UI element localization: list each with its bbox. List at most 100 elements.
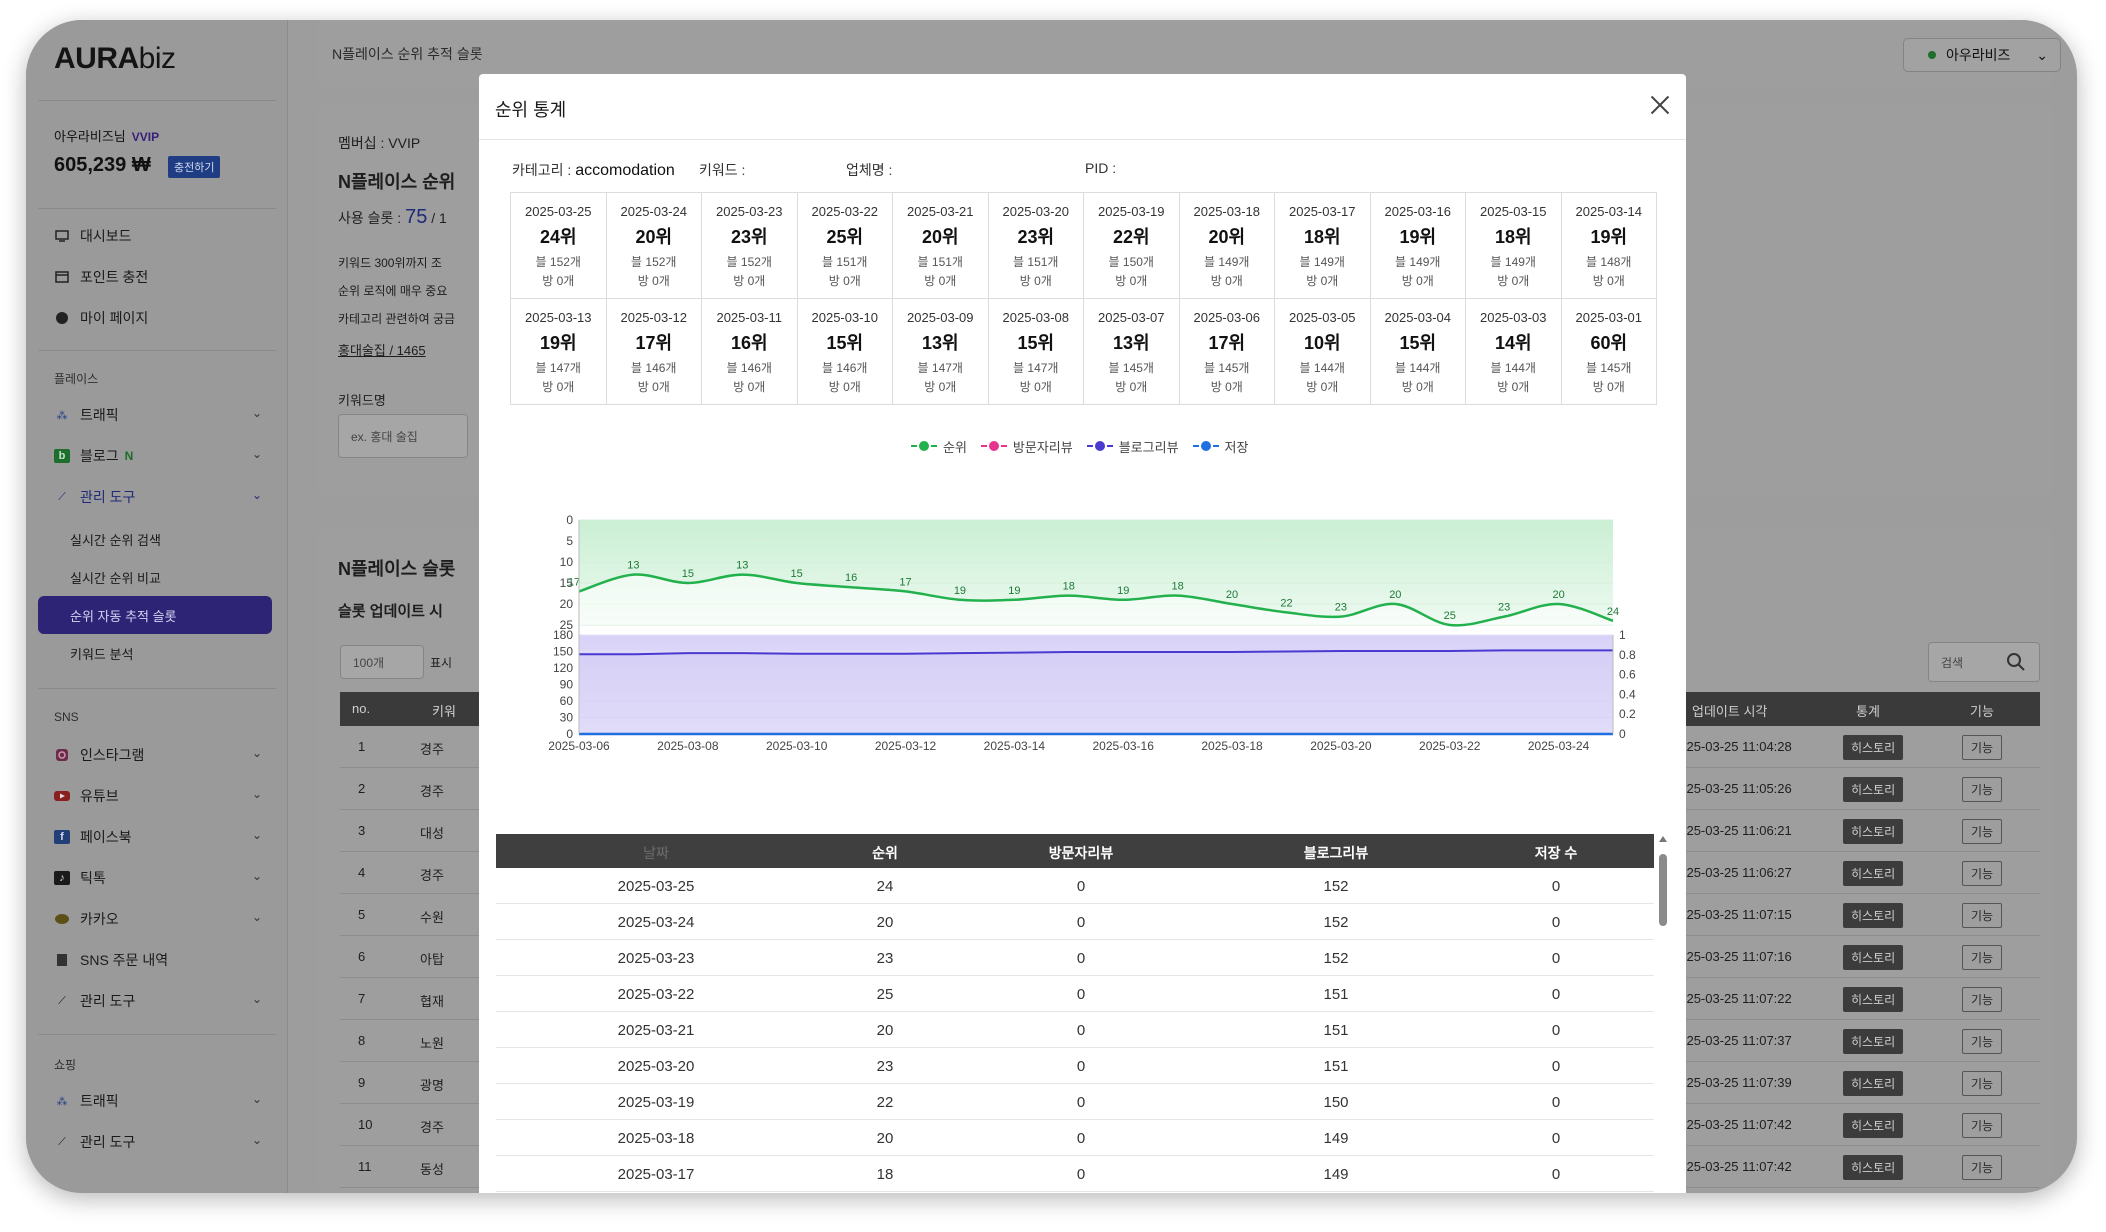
rank-card-blog: 블 147개 bbox=[535, 361, 581, 375]
sidebar-item-shop-tools[interactable]: ⟋ 관리 도구 ⌄ bbox=[54, 1131, 270, 1153]
legend-item-visit[interactable]: 방문자리뷰 bbox=[980, 436, 1073, 456]
sidebar-item-sns-tools[interactable]: ⟋ 관리 도구 ⌄ bbox=[54, 990, 270, 1012]
keyword-input[interactable]: ex. 홍대 술집 bbox=[338, 414, 468, 458]
rank-card-rank: 20위 bbox=[635, 227, 673, 247]
table-cell: 0 bbox=[1551, 914, 1561, 931]
chevron-down-icon: ⌄ bbox=[251, 406, 262, 420]
rank-card-date: 2025-03-18 bbox=[1193, 204, 1261, 219]
sidebar-sub-keyword-analysis[interactable]: 키워드 분석 bbox=[70, 644, 133, 663]
sidebar-sub-realtime-search[interactable]: 실시간 순위 검색 bbox=[70, 530, 161, 549]
column-header-blog[interactable]: 블로그리뷰 bbox=[1304, 843, 1368, 863]
table-cell: 0 bbox=[1551, 986, 1561, 1003]
sidebar-sub-rank-tracking[interactable]: 순위 자동 추적 슬롯 bbox=[38, 596, 272, 634]
close-icon[interactable] bbox=[1645, 90, 1675, 120]
legend-item-blog[interactable]: 블로그리뷰 bbox=[1086, 436, 1179, 456]
rank-card: 2025-03-19 22위 블 150개 방 0개 bbox=[1084, 193, 1180, 299]
rank-card-blog: 블 146개 bbox=[726, 361, 772, 375]
x-tick-label: 2025-03-16 bbox=[1093, 739, 1155, 753]
rank-card: 2025-03-21 20위 블 151개 방 0개 bbox=[893, 193, 989, 299]
logo[interactable]: AURAbiz bbox=[54, 42, 176, 76]
rank-card-blog: 블 144개 bbox=[1395, 361, 1441, 375]
function-button[interactable]: 기능 bbox=[1962, 1071, 2003, 1096]
function-button[interactable]: 기능 bbox=[1962, 777, 2003, 802]
legend-item-rank[interactable]: 순위 bbox=[911, 436, 967, 456]
sidebar-item-tiktok[interactable]: ♪ 틱톡 ⌄ bbox=[54, 867, 270, 889]
history-button[interactable]: 히스토리 bbox=[1843, 819, 1904, 844]
rank-card-visit: 방 0개 bbox=[924, 274, 957, 288]
sidebar-item-facebook[interactable]: f 페이스북 ⌄ bbox=[54, 826, 270, 848]
rank-card-visit: 방 0개 bbox=[1115, 274, 1148, 288]
sidebar-item-place-traffic[interactable]: ⁂ 트래픽 ⌄ bbox=[54, 404, 270, 426]
rank-card: 2025-03-09 13위 블 147개 방 0개 bbox=[893, 299, 989, 405]
page-size-select[interactable]: 100개 bbox=[340, 645, 424, 679]
sidebar-item-charge[interactable]: 포인트 충전 bbox=[54, 266, 270, 288]
tool-icon: ⟋ bbox=[58, 490, 66, 503]
table-cell: 0 bbox=[1076, 986, 1086, 1003]
column-header-rank[interactable]: 순위 bbox=[872, 843, 898, 863]
row-number: 11 bbox=[358, 1159, 372, 1174]
scrollbar-thumb[interactable] bbox=[1659, 854, 1667, 926]
history-button[interactable]: 히스토리 bbox=[1843, 735, 1904, 760]
column-header: 업데이트 시각 bbox=[1692, 704, 1768, 719]
legend-item-save[interactable]: 저장 bbox=[1192, 436, 1248, 456]
column-header-save[interactable]: 저장 수 bbox=[1535, 843, 1578, 863]
rank-card-blog: 블 150개 bbox=[1108, 255, 1154, 269]
rank-card-blog: 블 145개 bbox=[1108, 361, 1154, 375]
category-label: 카테고리 : bbox=[512, 162, 572, 178]
table-scrollbar[interactable] bbox=[1656, 834, 1670, 1193]
function-button[interactable]: 기능 bbox=[1962, 735, 2003, 760]
sidebar-item-mypage[interactable]: 마이 페이지 bbox=[54, 307, 270, 329]
history-button[interactable]: 히스토리 bbox=[1843, 777, 1904, 802]
row-update-time: 2025-03-25 11:07:15 bbox=[1672, 907, 1792, 922]
sidebar-item-instagram[interactable]: 인스타그램 ⌄ bbox=[54, 744, 270, 766]
scroll-up-icon[interactable] bbox=[1659, 836, 1667, 842]
column-header-date[interactable]: 날짜 bbox=[643, 843, 669, 863]
function-button[interactable]: 기능 bbox=[1962, 945, 2003, 970]
sidebar-item-place-tools[interactable]: ⟋ 관리 도구 ⌄ bbox=[54, 486, 270, 508]
search-icon[interactable] bbox=[2006, 652, 2026, 677]
sidebar-item-shop-traffic[interactable]: ⁂ 트래픽 ⌄ bbox=[54, 1090, 270, 1112]
history-button[interactable]: 히스토리 bbox=[1843, 987, 1904, 1012]
chevron-down-icon: ⌄ bbox=[251, 1092, 262, 1106]
sidebar: AURAbiz 아우라비즈님 VVIP 605,239 ₩ 충전하기 대시보드 포… bbox=[26, 20, 288, 1193]
example-link[interactable]: 홍대술집 / 1465 bbox=[338, 340, 426, 359]
history-button[interactable]: 히스토리 bbox=[1843, 903, 1904, 928]
row-update-time: 2025-03-25 11:07:39 bbox=[1672, 1075, 1792, 1090]
function-button[interactable]: 기능 bbox=[1962, 1113, 2003, 1138]
modal-header: 순위 통계 bbox=[479, 74, 1686, 140]
history-button[interactable]: 히스토리 bbox=[1843, 1155, 1904, 1180]
charge-button[interactable]: 충전하기 bbox=[168, 156, 221, 178]
breadcrumb: N플레이스 순위 추적 슬롯 bbox=[332, 46, 483, 62]
sidebar-sub-realtime-compare[interactable]: 실시간 순위 비교 bbox=[70, 568, 161, 587]
rank-card-date: 2025-03-19 bbox=[1098, 204, 1165, 219]
table-cell: 22 bbox=[876, 1094, 894, 1111]
y-tick-label: 5 bbox=[566, 534, 573, 548]
history-button[interactable]: 히스토리 bbox=[1843, 1113, 1904, 1138]
function-button[interactable]: 기능 bbox=[1962, 861, 2003, 886]
history-button[interactable]: 히스토리 bbox=[1843, 1071, 1904, 1096]
data-label: 13 bbox=[627, 560, 639, 572]
data-label: 20 bbox=[1552, 589, 1564, 601]
function-button[interactable]: 기능 bbox=[1962, 987, 2003, 1012]
rank-card-rank: 10위 bbox=[1303, 333, 1341, 353]
new-badge: N bbox=[124, 449, 134, 463]
history-button[interactable]: 히스토리 bbox=[1843, 861, 1904, 886]
sidebar-item-youtube[interactable]: 유튜브 ⌄ bbox=[54, 785, 270, 807]
function-button[interactable]: 기능 bbox=[1962, 1029, 2003, 1054]
sidebar-item-kakao[interactable]: 카카오 ⌄ bbox=[54, 908, 270, 930]
sidebar-item-label: 관리 도구 bbox=[80, 489, 136, 505]
function-button[interactable]: 기능 bbox=[1962, 903, 2003, 928]
chevron-down-icon: ⌄ bbox=[251, 992, 262, 1006]
history-button[interactable]: 히스토리 bbox=[1843, 945, 1904, 970]
note-line: 순위 로직에 매우 중요 bbox=[338, 284, 448, 298]
sidebar-item-sns-orders[interactable]: SNS 주문 내역 bbox=[54, 949, 270, 971]
function-button[interactable]: 기능 bbox=[1962, 819, 2003, 844]
brand-dropdown[interactable]: 아우라비즈 ⌄ bbox=[1903, 38, 2061, 72]
table-row: 2025-03-17 18 0 149 0 bbox=[496, 1156, 1654, 1192]
sidebar-item-dashboard[interactable]: 대시보드 bbox=[54, 225, 270, 247]
column-header-visit[interactable]: 방문자리뷰 bbox=[1049, 843, 1113, 863]
function-button[interactable]: 기능 bbox=[1962, 1155, 2003, 1180]
sidebar-item-place-blog[interactable]: b 블로그 N ⌄ bbox=[54, 445, 270, 467]
business-label: 업체명 : bbox=[846, 162, 893, 178]
history-button[interactable]: 히스토리 bbox=[1843, 1029, 1904, 1054]
